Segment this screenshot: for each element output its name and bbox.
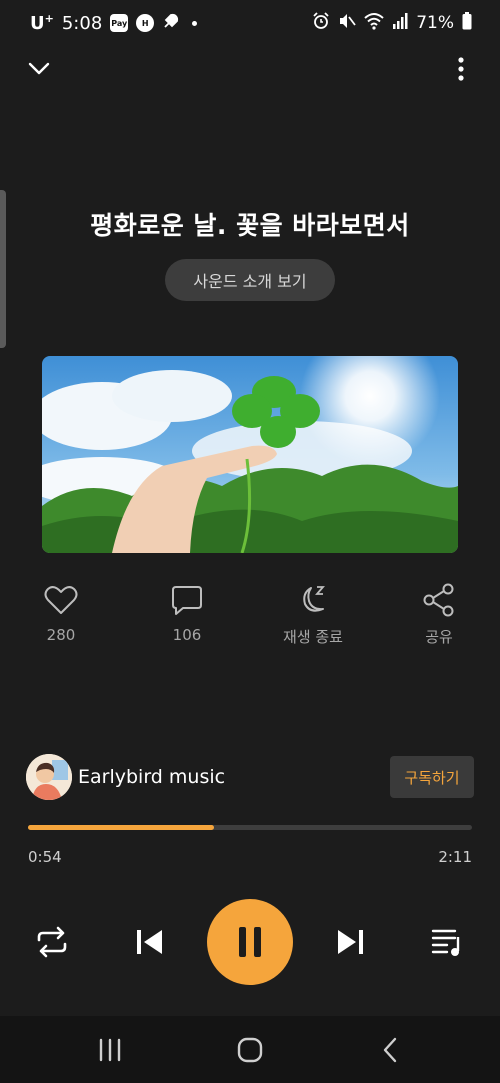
mute-icon bbox=[338, 12, 356, 35]
total-time: 2:11 bbox=[438, 848, 472, 866]
rocket-icon bbox=[162, 12, 180, 35]
repeat-button[interactable] bbox=[30, 920, 74, 964]
collapse-player-button[interactable] bbox=[22, 52, 56, 86]
status-time: 5:08 bbox=[61, 12, 103, 34]
repeat-icon bbox=[37, 926, 67, 958]
back-button[interactable] bbox=[368, 1028, 412, 1072]
recent-apps-button[interactable] bbox=[88, 1028, 132, 1072]
track-artwork bbox=[42, 356, 458, 553]
pause-icon bbox=[239, 927, 261, 957]
more-vertical-icon bbox=[458, 57, 464, 81]
player-toolbar bbox=[0, 52, 500, 86]
track-title: 평화로운 날. 꽃을 바라보면서 bbox=[90, 211, 410, 240]
share-button[interactable]: 공유 bbox=[389, 578, 489, 647]
more-options-button[interactable] bbox=[444, 52, 478, 86]
moon-sleep-icon bbox=[303, 586, 325, 612]
playlist-music-icon bbox=[431, 929, 460, 956]
skip-next-icon bbox=[338, 930, 363, 954]
sleep-timer-button[interactable]: 재생 종료 bbox=[263, 578, 363, 647]
system-navigation-bar bbox=[0, 1016, 500, 1083]
skip-previous-icon bbox=[137, 930, 162, 954]
current-time: 0:54 bbox=[28, 848, 62, 866]
like-count: 280 bbox=[46, 626, 76, 644]
share-icon bbox=[423, 583, 454, 617]
playback-progress-bar[interactable] bbox=[28, 825, 472, 830]
subscribe-button[interactable]: 구독하기 bbox=[390, 756, 474, 798]
notification-dot bbox=[192, 20, 198, 26]
home-button[interactable] bbox=[228, 1028, 272, 1072]
heart-icon bbox=[44, 586, 78, 614]
signal-icon bbox=[392, 12, 408, 34]
wifi-icon bbox=[364, 12, 384, 35]
share-label: 공유 bbox=[425, 628, 453, 646]
recent-apps-icon bbox=[99, 1038, 121, 1062]
channel-avatar[interactable] bbox=[26, 754, 72, 800]
comment-count: 106 bbox=[172, 626, 202, 644]
next-track-button[interactable] bbox=[328, 920, 372, 964]
playlist-button[interactable] bbox=[426, 920, 470, 964]
channel-name[interactable]: Earlybird music bbox=[78, 766, 225, 788]
back-chevron-icon bbox=[383, 1037, 397, 1063]
playback-controls bbox=[0, 898, 500, 986]
chevron-down-icon bbox=[28, 62, 50, 75]
sound-intro-button[interactable]: 사운드 소개 보기 bbox=[165, 259, 335, 301]
track-actions: 280 106 재생 종료 공유 bbox=[0, 578, 500, 650]
sleep-timer-label: 재생 종료 bbox=[283, 628, 343, 646]
progress-fill bbox=[28, 825, 214, 830]
carrier-label: U+ bbox=[30, 12, 54, 34]
alarm-icon bbox=[312, 11, 330, 35]
status-bar: U+ 5:08 Pay H 71% bbox=[0, 0, 500, 46]
home-icon bbox=[237, 1037, 263, 1063]
h-app-icon: H bbox=[136, 14, 155, 32]
previous-track-button[interactable] bbox=[128, 920, 172, 964]
battery-icon bbox=[462, 11, 472, 35]
comment-icon bbox=[172, 586, 202, 615]
channel-row: Earlybird music 구독하기 bbox=[26, 754, 474, 800]
battery-percent: 71% bbox=[416, 13, 454, 33]
comment-button[interactable]: 106 bbox=[137, 578, 237, 644]
like-button[interactable]: 280 bbox=[11, 578, 111, 644]
pause-button[interactable] bbox=[207, 899, 293, 985]
pay-app-icon: Pay bbox=[110, 14, 129, 32]
